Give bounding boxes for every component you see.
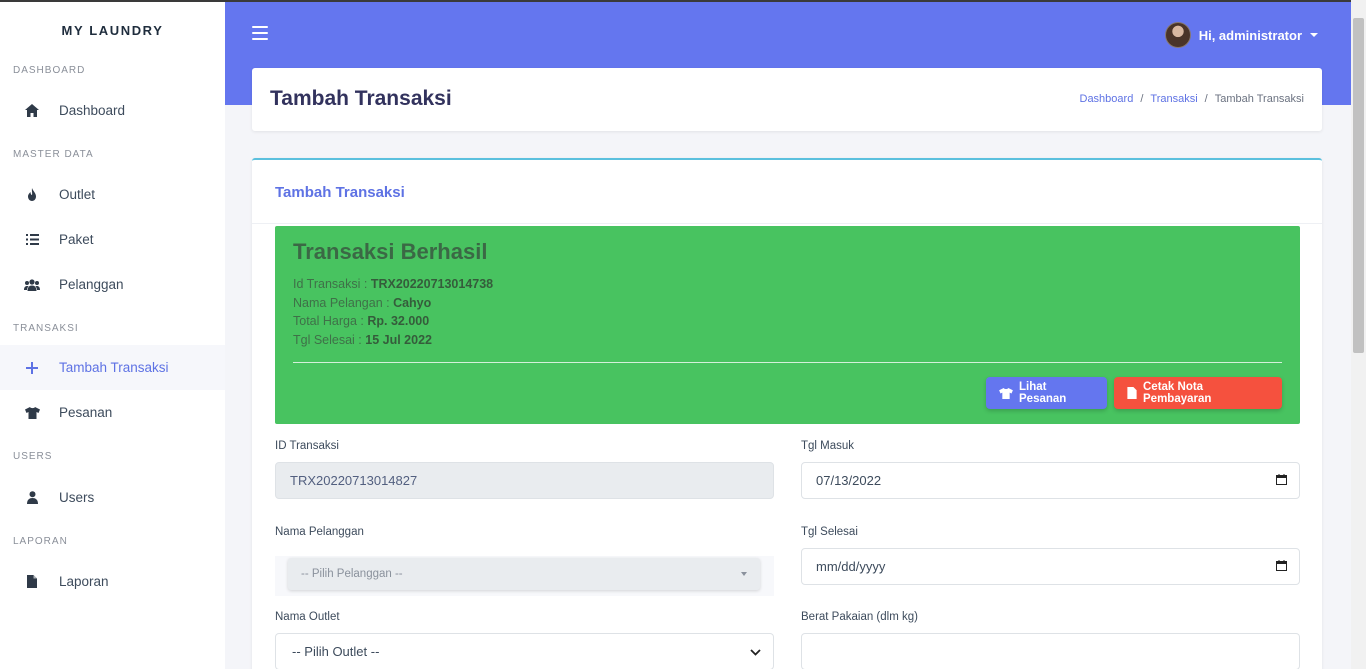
alert-heading: Transaksi Berhasil [293, 239, 488, 264]
calendar-icon[interactable] [1276, 559, 1287, 574]
section-dashboard: DASHBOARD [13, 65, 86, 76]
breadcrumb-dashboard[interactable]: Dashboard [1080, 93, 1134, 105]
caret-down-icon [1310, 33, 1318, 37]
sidebar-item-label: Laporan [59, 574, 109, 589]
tgl-selesai-label: Tgl Selesai [801, 526, 858, 538]
user-icon [24, 490, 40, 506]
sidebar-item-label: Paket [59, 232, 94, 247]
sidebar-item-label: Outlet [59, 187, 96, 202]
breadcrumb-current: Tambah Transaksi [1214, 93, 1304, 105]
sidebar-item-pesanan[interactable]: Pesanan [0, 390, 225, 435]
alert-row: Total Harga : Rp. 32.000 [293, 314, 430, 329]
alert-row: Nama Pelangan : Cahyo [293, 295, 432, 310]
sidebar-item-paket[interactable]: Paket [0, 217, 225, 262]
card-title: Tambah Transaksi [252, 160, 1322, 224]
file-icon [1127, 387, 1137, 399]
transaction-card: Tambah Transaksi Transaksi Berhasil Id T… [252, 158, 1322, 669]
alert-row: Id Transaksi : TRX20220713014738 [293, 277, 494, 291]
breadcrumb-transaksi[interactable]: Transaksi [1150, 93, 1197, 105]
page-title: Tambah Transaksi [270, 87, 452, 110]
print-receipt-label: Cetak Nota Pembayaran [1143, 381, 1212, 405]
tgl-selesai-field[interactable]: mm/dd/yyyy [801, 548, 1300, 585]
breadcrumb: Dashboard / Transaksi / Tambah Transaksi [1080, 93, 1305, 105]
outlet-label: Nama Outlet [275, 611, 340, 623]
id-transaksi-label: ID Transaksi [275, 440, 339, 452]
scrollbar-thumb[interactable] [1353, 18, 1364, 353]
sidebar-item-users[interactable]: Users [0, 475, 225, 520]
chevron-down-icon [741, 572, 747, 576]
sidebar-item-label: Tambah Transaksi [59, 360, 169, 375]
tshirt-icon [24, 405, 40, 421]
sidebar-item-label: Dashboard [59, 103, 126, 118]
home-icon [24, 103, 40, 119]
menu-toggle-icon[interactable] [252, 26, 268, 40]
sidebar-item-label: Pelanggan [59, 277, 124, 292]
brand-logo[interactable]: MY LAUNDRY [0, 2, 225, 58]
plus-icon [24, 360, 40, 376]
pelanggan-select-wrapper: -- Pilih Pelanggan -- [275, 556, 774, 596]
berat-label: Berat Pakaian (dlm kg) [801, 611, 918, 623]
section-transaksi: TRANSAKSI [13, 323, 79, 334]
user-greeting: Hi, administrator [1198, 27, 1302, 43]
avatar [1164, 22, 1191, 48]
user-menu[interactable]: Hi, administrator [1164, 22, 1318, 48]
sidebar-item-outlet[interactable]: Outlet [0, 172, 225, 217]
page-header: Tambah Transaksi Dashboard / Transaksi /… [252, 68, 1322, 131]
pelanggan-placeholder: -- Pilih Pelanggan -- [301, 568, 403, 580]
view-order-label: Lihat Pesanan [1019, 381, 1067, 405]
tgl-masuk-value: 07/13/2022 [816, 473, 882, 488]
section-laporan: LAPORAN [13, 536, 68, 547]
id-transaksi-field[interactable]: TRX20220713014827 [275, 462, 774, 499]
section-users: USERS [13, 451, 53, 462]
sidebar: MY LAUNDRY DASHBOARD Dashboard MASTER DA… [0, 0, 225, 669]
breadcrumb-separator: / [1204, 93, 1208, 105]
alert-divider [293, 362, 1282, 363]
sidebar-item-dashboard[interactable]: Dashboard [0, 88, 225, 133]
pelanggan-label: Nama Pelanggan [275, 526, 364, 538]
tgl-selesai-value: mm/dd/yyyy [816, 559, 886, 574]
view-order-button[interactable]: Lihat Pesanan [986, 377, 1107, 409]
sidebar-item-label: Pesanan [59, 405, 113, 420]
sidebar-item-pelanggan[interactable]: Pelanggan [0, 262, 225, 307]
outlet-value: -- Pilih Outlet -- [292, 644, 380, 659]
list-icon [24, 232, 40, 248]
berat-input[interactable] [801, 633, 1300, 669]
sidebar-item-tambah-transaksi[interactable]: Tambah Transaksi [0, 345, 225, 390]
print-receipt-button[interactable]: Cetak Nota Pembayaran [1114, 377, 1282, 409]
success-alert: Transaksi Berhasil Id Transaksi : TRX202… [275, 226, 1300, 424]
outlet-select[interactable]: -- Pilih Outlet -- [275, 633, 774, 669]
breadcrumb-separator: / [1140, 93, 1144, 105]
fire-icon [24, 187, 40, 203]
chevron-down-icon [750, 644, 761, 659]
alert-row: Tgl Selesai : 15 Jul 2022 [293, 332, 432, 347]
tgl-masuk-field[interactable]: 07/13/2022 [801, 462, 1300, 499]
sidebar-item-label: Users [59, 490, 95, 505]
file-icon [24, 574, 40, 590]
tshirt-icon [999, 387, 1013, 399]
pelanggan-select[interactable]: -- Pilih Pelanggan -- [288, 558, 760, 590]
page-scrollbar[interactable] [1351, 0, 1366, 669]
users-icon [24, 277, 40, 293]
calendar-icon[interactable] [1276, 473, 1287, 488]
section-master-data: MASTER DATA [13, 149, 94, 160]
tgl-masuk-label: Tgl Masuk [801, 440, 855, 452]
sidebar-item-laporan[interactable]: Laporan [0, 559, 225, 604]
